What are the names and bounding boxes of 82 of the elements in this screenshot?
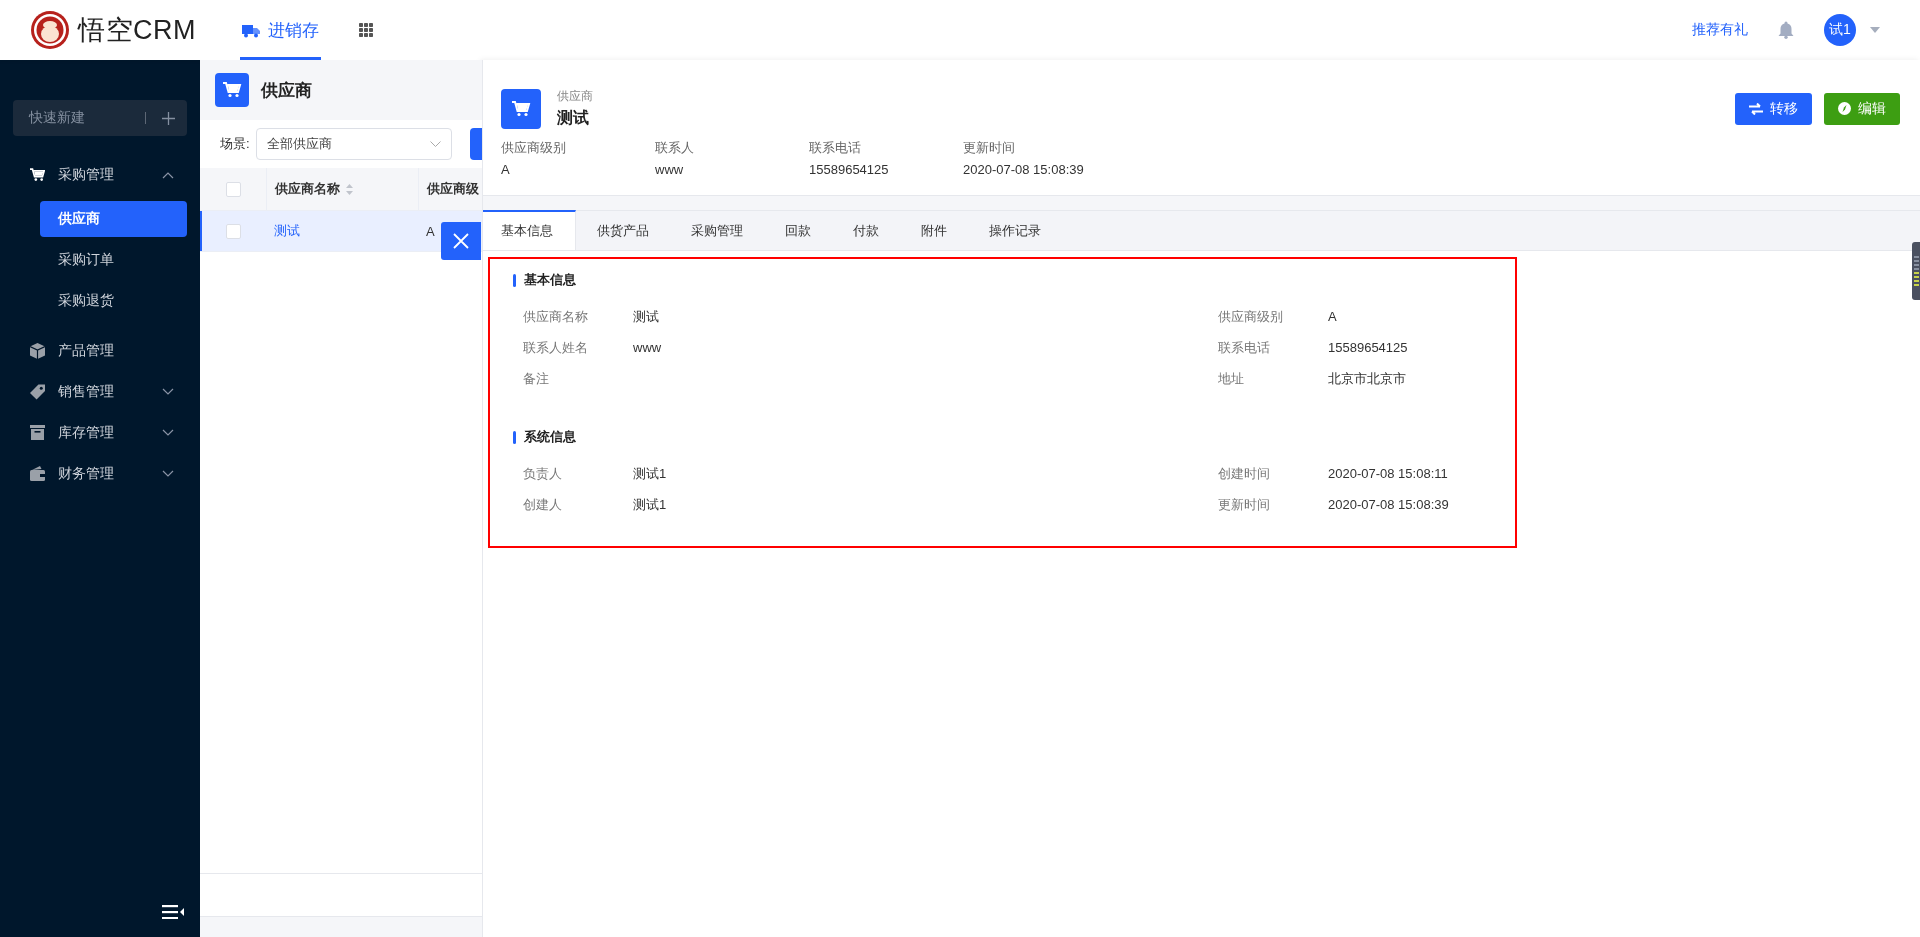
field-value: 测试1 xyxy=(633,495,667,514)
tab[interactable]: 回款 xyxy=(764,210,832,250)
side-handle[interactable] xyxy=(1912,242,1920,300)
field-label: 备注 xyxy=(523,369,549,388)
menu-item[interactable]: 采购管理 xyxy=(0,154,200,195)
field-value: 测试1 xyxy=(633,464,667,483)
wallet-icon xyxy=(30,466,45,481)
field-value: 2020-07-08 15:08:11 xyxy=(1328,466,1448,481)
new-button[interactable] xyxy=(469,128,482,160)
page-title: 供应商 xyxy=(261,79,312,102)
tab[interactable]: 供货产品 xyxy=(576,210,670,250)
tab[interactable]: 基本信息 xyxy=(483,210,576,250)
field-value: 2020-07-08 15:08:39 xyxy=(1328,497,1449,512)
table-row[interactable]: 测试 A xyxy=(200,211,482,252)
menu-item[interactable]: 库存管理 xyxy=(0,412,200,453)
menu-item[interactable]: 财务管理 xyxy=(0,453,200,494)
field-value: A xyxy=(1328,309,1337,324)
field-value: 15589654125 xyxy=(1328,340,1408,355)
tab[interactable]: 采购管理 xyxy=(670,210,764,250)
field-label: 供应商级别 xyxy=(501,139,567,157)
field-label: 创建人 xyxy=(523,495,562,514)
bell-icon[interactable] xyxy=(1778,21,1794,39)
swap-icon xyxy=(1749,102,1763,115)
field-value: www xyxy=(655,162,685,177)
box-icon xyxy=(30,342,45,359)
tab[interactable]: 付款 xyxy=(832,210,900,250)
checkbox[interactable] xyxy=(225,223,241,239)
field-label: 联系电话 xyxy=(809,139,862,157)
cart-icon xyxy=(215,73,249,107)
submenu-item[interactable]: 采购退货 xyxy=(40,283,187,319)
apps-grid-icon[interactable] xyxy=(359,23,373,37)
menu-item[interactable]: 销售管理 xyxy=(0,371,200,412)
tab[interactable]: 附件 xyxy=(900,210,968,250)
collapse-menu-icon[interactable] xyxy=(162,905,184,919)
logo-icon xyxy=(30,10,70,50)
submenu-item[interactable]: 供应商 xyxy=(40,201,187,237)
column-header[interactable]: 供应商级 xyxy=(427,180,479,198)
chevron-down-icon xyxy=(429,140,441,148)
field-label: 更新时间 xyxy=(963,139,1016,157)
submenu-item[interactable]: 采购订单 xyxy=(40,242,187,278)
tag-icon xyxy=(30,383,45,400)
name-link[interactable]: 测试 xyxy=(274,222,300,240)
field-label: 更新时间 xyxy=(1218,495,1270,514)
referral-link[interactable]: 推荐有礼 xyxy=(1692,21,1748,39)
field-label: 供应商名称 xyxy=(523,307,588,326)
tab[interactable]: 操作记录 xyxy=(968,210,1062,250)
field-value: 15589654125 xyxy=(809,162,890,177)
field-value: A xyxy=(501,162,511,177)
truck-icon xyxy=(242,22,260,38)
column-header[interactable]: 供应商名称 xyxy=(275,180,340,198)
scene-select[interactable]: 全部供应商 xyxy=(255,128,452,160)
field-value: 测试 xyxy=(633,307,659,326)
compass-icon xyxy=(1838,102,1851,115)
close-button[interactable] xyxy=(441,222,481,260)
record-type: 供应商 xyxy=(557,88,593,105)
section-title: 系统信息 xyxy=(524,428,576,446)
archive-icon xyxy=(30,425,45,440)
field-label: 供应商级别 xyxy=(1218,307,1283,326)
field-label: 创建时间 xyxy=(1218,464,1270,483)
scene-label: 场景: xyxy=(220,135,250,153)
field-label: 联系人 xyxy=(655,139,695,157)
field-value: 北京市北京市 xyxy=(1328,369,1406,388)
quick-create-button[interactable]: 快速新建 xyxy=(13,100,187,136)
plus-icon xyxy=(162,111,175,125)
close-icon xyxy=(453,233,469,249)
field-value: www xyxy=(633,340,662,355)
logo-text: 悟空CRM xyxy=(78,14,196,47)
section-title: 基本信息 xyxy=(524,271,576,289)
cart-icon xyxy=(501,88,541,129)
field-label: 负责人 xyxy=(523,464,562,483)
checkbox[interactable] xyxy=(225,181,241,197)
field-label: 地址 xyxy=(1218,369,1244,388)
cart-icon xyxy=(30,166,45,183)
transfer-button[interactable]: 转移 xyxy=(1735,92,1812,125)
caret-icon[interactable] xyxy=(1870,27,1880,33)
field-value: 2020-07-08 15:08:39 xyxy=(963,162,1085,177)
field-label: 联系人姓名 xyxy=(523,338,588,357)
record-name: 测试 xyxy=(557,108,590,128)
table-cell: A xyxy=(426,223,435,239)
menu-item[interactable]: 产品管理 xyxy=(0,330,200,371)
user-avatar[interactable]: 试1 xyxy=(1824,14,1856,46)
field-label: 联系电话 xyxy=(1218,338,1270,357)
